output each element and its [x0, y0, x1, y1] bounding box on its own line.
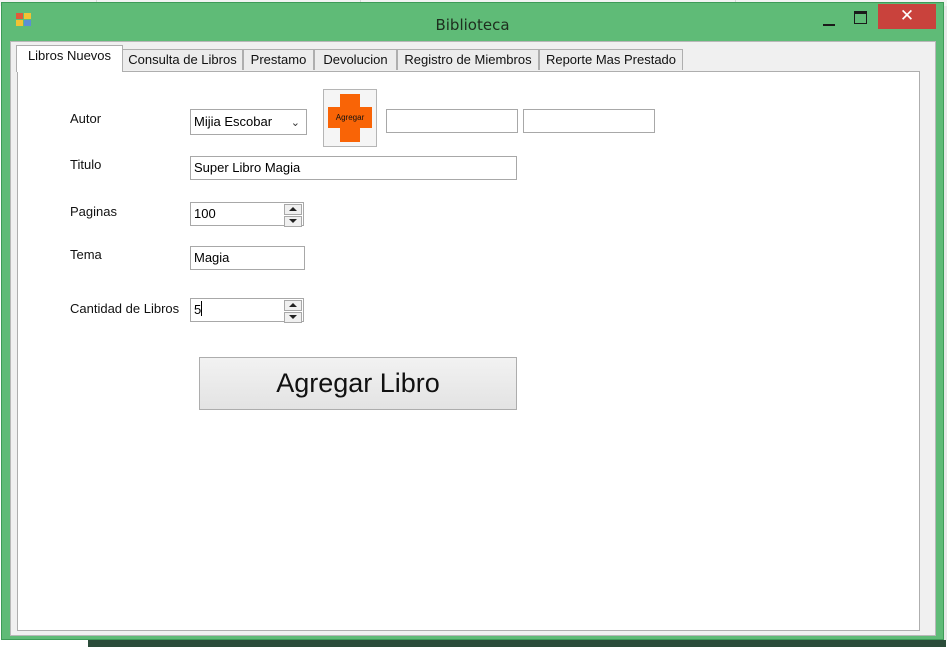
tab-libros-nuevos[interactable]: Libros Nuevos — [16, 45, 123, 72]
spin-down-icon[interactable] — [284, 216, 302, 227]
close-icon[interactable]: ✕ — [878, 4, 936, 29]
tema-label: Tema — [70, 247, 102, 262]
window-shadow — [88, 640, 946, 647]
maximize-icon[interactable] — [848, 5, 874, 31]
add-image-button[interactable]: Agregar — [323, 89, 377, 147]
spin-down-icon[interactable] — [284, 312, 302, 323]
extra-field-1[interactable] — [386, 109, 518, 133]
minimize-icon[interactable] — [816, 5, 842, 31]
autor-combobox-value: Mijia Escobar — [194, 114, 273, 129]
autor-label: Autor — [70, 111, 102, 126]
titulo-field[interactable]: Super Libro Magia — [190, 156, 517, 180]
paginas-spinner[interactable] — [284, 204, 302, 227]
tab-page-libros-nuevos: Autor Mijia Escobar ⌄ Agregar Titulo Sup… — [17, 71, 920, 631]
add-image-button-label: Agregar — [335, 113, 365, 122]
spin-up-icon[interactable] — [284, 204, 302, 215]
tab-consulta-de-libros[interactable]: Consulta de Libros — [122, 49, 243, 70]
tab-registro-de-miembros[interactable]: Registro de Miembros — [397, 49, 539, 70]
title-bar[interactable]: Biblioteca ✕ — [2, 3, 943, 41]
titulo-label: Titulo — [70, 157, 102, 172]
cantidad-value: 5 — [194, 302, 202, 317]
text-caret — [201, 301, 203, 316]
main-window: Biblioteca ✕ Libros Nuevos Consulta de L… — [1, 2, 944, 640]
paginas-numeric[interactable]: 100 — [190, 202, 304, 227]
agregar-libro-button[interactable]: Agregar Libro — [199, 357, 517, 410]
extra-field-2[interactable] — [523, 109, 655, 133]
cantidad-label: Cantidad de Libros — [70, 301, 180, 316]
autor-combobox[interactable]: Mijia Escobar ⌄ — [190, 109, 307, 135]
client-area: Libros Nuevos Consulta de Libros Prestam… — [10, 41, 936, 636]
spin-up-icon[interactable] — [284, 300, 302, 311]
paginas-label: Paginas — [70, 204, 117, 219]
tema-field[interactable]: Magia — [190, 246, 305, 270]
window-title: Biblioteca — [435, 16, 510, 34]
cantidad-numeric[interactable]: 5 — [190, 298, 304, 323]
cantidad-spinner[interactable] — [284, 300, 302, 323]
tab-reporte-mas-prestado[interactable]: Reporte Mas Prestado — [539, 49, 683, 70]
tab-prestamo[interactable]: Prestamo — [243, 49, 314, 70]
paginas-value: 100 — [194, 206, 216, 221]
tab-devolucion[interactable]: Devolucion — [314, 49, 397, 70]
dropdown-arrow-icon[interactable]: ⌄ — [291, 111, 300, 135]
